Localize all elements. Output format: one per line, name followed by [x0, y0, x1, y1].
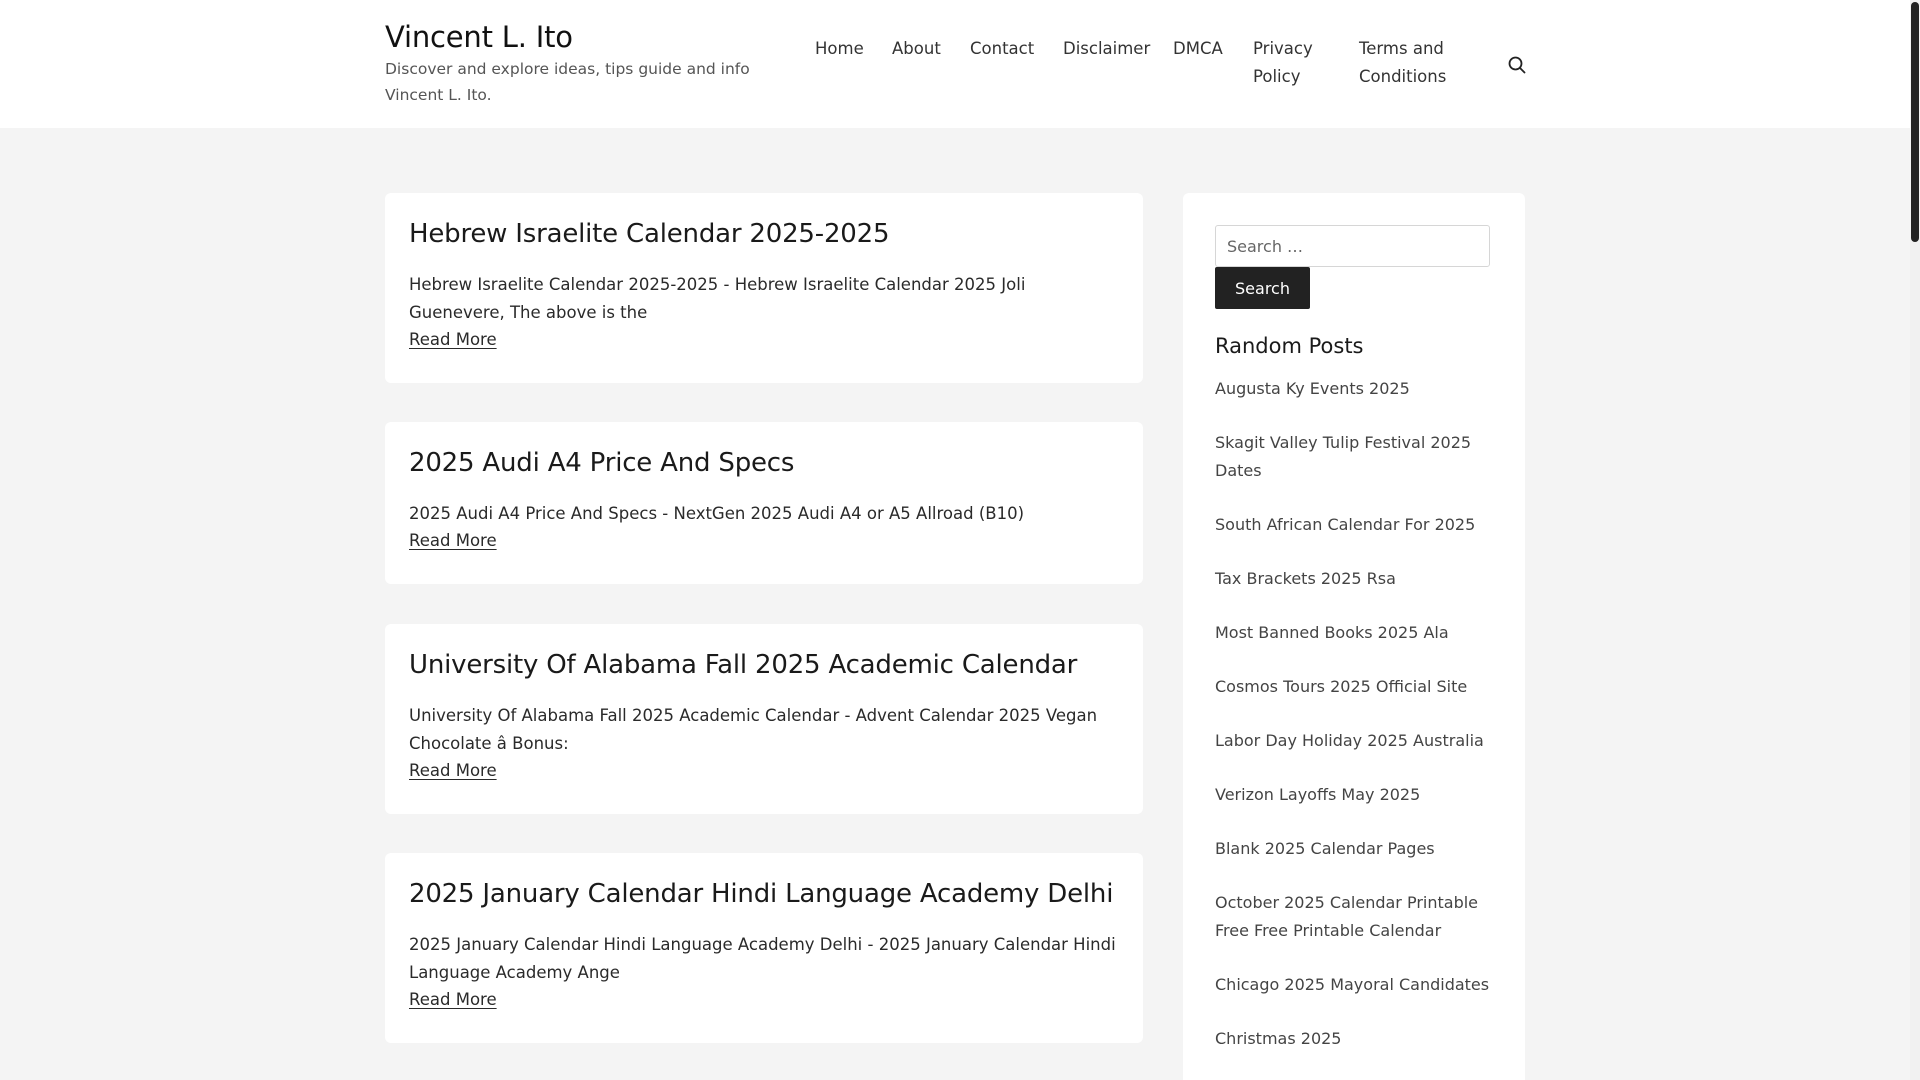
- site-title[interactable]: Vincent L. Ito: [385, 18, 785, 56]
- post-excerpt: Hebrew Israelite Calendar 2025-2025 - He…: [409, 275, 1026, 322]
- random-post-link[interactable]: Chicago 2025 Mayoral Candidates: [1215, 971, 1505, 999]
- search-button[interactable]: Search: [1215, 267, 1310, 309]
- random-post-link[interactable]: Blank 2025 Calendar Pages: [1215, 835, 1505, 863]
- nav-privacy-policy[interactable]: Privacy Policy: [1253, 35, 1333, 91]
- read-more-link[interactable]: Read More: [409, 758, 497, 784]
- random-post-link[interactable]: Most Banned Books 2025 Ala: [1215, 619, 1505, 647]
- random-post-link[interactable]: Labor Day Holiday 2025 Australia: [1215, 727, 1505, 755]
- random-posts-list: Augusta Ky Events 2025 Skagit Valley Tul…: [1215, 375, 1505, 1079]
- post-title[interactable]: 2025 Audi A4 Price And Specs: [409, 446, 1119, 480]
- post-card: Hebrew Israelite Calendar 2025-2025 Hebr…: [385, 193, 1143, 383]
- nav-contact[interactable]: Contact: [970, 35, 1034, 63]
- random-post-link[interactable]: Christmas 2025: [1215, 1025, 1505, 1053]
- site-description: Discover and explore ideas, tips guide a…: [385, 60, 750, 104]
- read-more-link[interactable]: Read More: [409, 327, 497, 353]
- random-post-link[interactable]: Augusta Ky Events 2025: [1215, 375, 1505, 403]
- search-icon[interactable]: [1506, 54, 1528, 76]
- post-card: 2025 January Calendar Hindi Language Aca…: [385, 853, 1143, 1043]
- site-header: Vincent L. Ito Discover and explore idea…: [0, 0, 1910, 128]
- random-post-link[interactable]: South African Calendar For 2025: [1215, 511, 1505, 539]
- read-more-link[interactable]: Read More: [409, 987, 497, 1013]
- scrollbar-thumb[interactable]: [1911, 2, 1919, 242]
- site-branding: Vincent L. Ito Discover and explore idea…: [385, 18, 785, 108]
- page-scrollbar[interactable]: [1910, 0, 1920, 1080]
- random-post-link[interactable]: Tax Brackets 2025 Rsa: [1215, 565, 1505, 593]
- random-post-link[interactable]: Skagit Valley Tulip Festival 2025 Dates: [1215, 429, 1505, 485]
- post-card: University Of Alabama Fall 2025 Academic…: [385, 624, 1143, 814]
- nav-disclaimer[interactable]: Disclaimer: [1063, 35, 1150, 63]
- post-title[interactable]: University Of Alabama Fall 2025 Academic…: [409, 648, 1119, 682]
- sidebar: Search Random Posts Augusta Ky Events 20…: [1183, 193, 1525, 1080]
- random-post-link[interactable]: Verizon Layoffs May 2025: [1215, 781, 1505, 809]
- post-title[interactable]: Hebrew Israelite Calendar 2025-2025: [409, 217, 1119, 251]
- nav-dmca[interactable]: DMCA: [1173, 35, 1223, 63]
- random-post-link[interactable]: October 2025 Calendar Printable Free Fre…: [1215, 889, 1505, 945]
- post-excerpt: 2025 Audi A4 Price And Specs - NextGen 2…: [409, 504, 1025, 523]
- nav-terms-and-conditions[interactable]: Terms and Conditions: [1359, 35, 1479, 91]
- post-excerpt: University Of Alabama Fall 2025 Academic…: [409, 706, 1098, 753]
- post-excerpt: 2025 January Calendar Hindi Language Aca…: [409, 935, 1116, 982]
- nav-about[interactable]: About: [892, 35, 941, 63]
- random-posts-heading: Random Posts: [1215, 334, 1364, 358]
- random-post-link[interactable]: Cosmos Tours 2025 Official Site: [1215, 673, 1505, 701]
- post-card: 2025 Audi A4 Price And Specs 2025 Audi A…: [385, 422, 1143, 584]
- post-title[interactable]: 2025 January Calendar Hindi Language Aca…: [409, 877, 1119, 911]
- nav-home[interactable]: Home: [815, 35, 864, 63]
- read-more-link[interactable]: Read More: [409, 528, 497, 554]
- search-input[interactable]: [1215, 225, 1490, 267]
